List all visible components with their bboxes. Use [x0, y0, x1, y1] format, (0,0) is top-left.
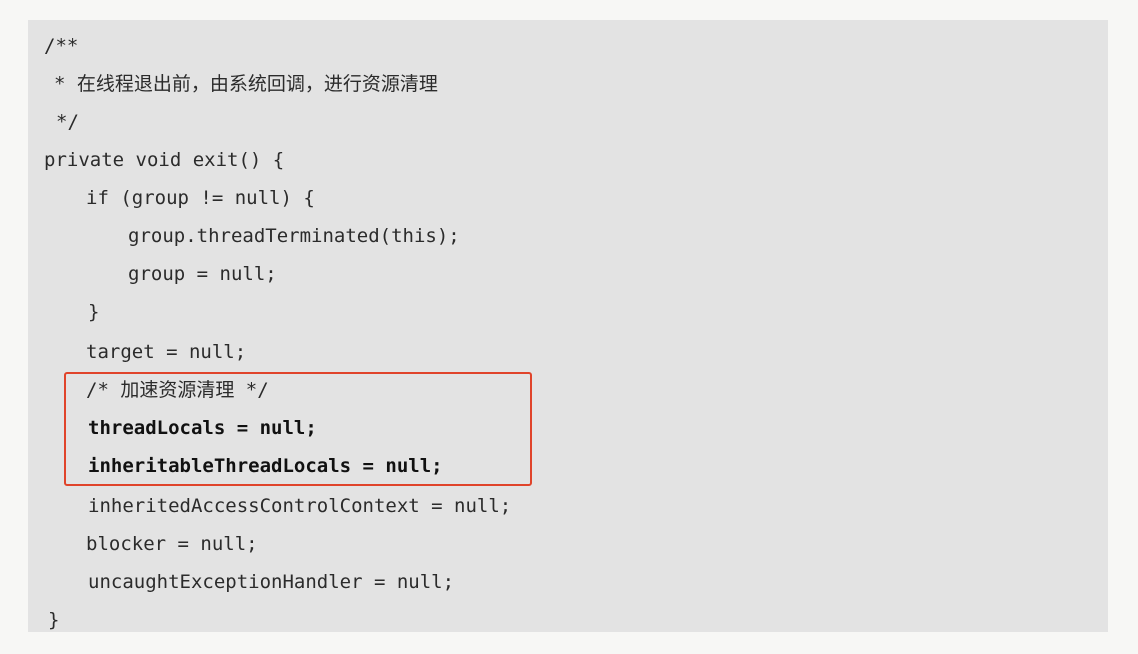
- page: /** * 在线程退出前，由系统回调，进行资源清理 */ private voi…: [0, 0, 1138, 654]
- code-line-target-null: target = null;: [86, 341, 247, 363]
- code-line-if-statement: if (group != null) {: [86, 187, 315, 209]
- code-line-method-close: }: [48, 609, 60, 631]
- code-panel: /** * 在线程退出前，由系统回调，进行资源清理 */ private voi…: [28, 20, 1108, 632]
- code-line-if-close: }: [88, 301, 100, 323]
- code-line-group-null: group = null;: [128, 263, 277, 285]
- code-line-comment-text: * 在线程退出前，由系统回调，进行资源清理: [54, 73, 438, 95]
- code-block: /** * 在线程退出前，由系统回调，进行资源清理 */ private voi…: [28, 20, 1108, 632]
- code-line-comment-open: /**: [44, 35, 79, 57]
- code-line-thread-terminated: group.threadTerminated(this);: [128, 225, 460, 247]
- code-line-exception-handler-null: uncaughtExceptionHandler = null;: [88, 571, 455, 593]
- code-line-method-signature: private void exit() {: [44, 149, 285, 171]
- code-line-comment-close: */: [56, 111, 79, 133]
- code-line-blocker-null: blocker = null;: [86, 533, 258, 555]
- code-line-access-control-context-null: inheritedAccessControlContext = null;: [88, 495, 512, 517]
- highlight-box: [64, 372, 532, 486]
